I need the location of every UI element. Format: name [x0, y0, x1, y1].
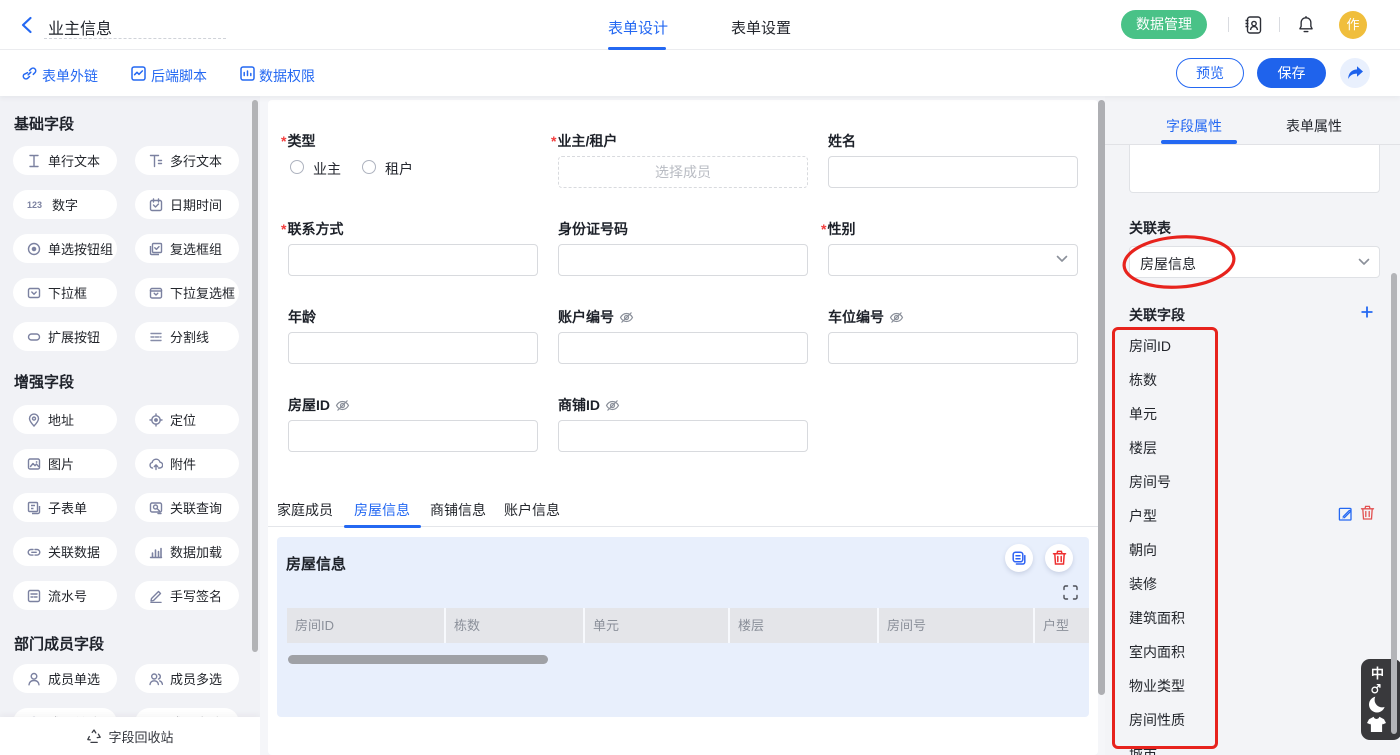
- svg-text:123: 123: [27, 200, 42, 210]
